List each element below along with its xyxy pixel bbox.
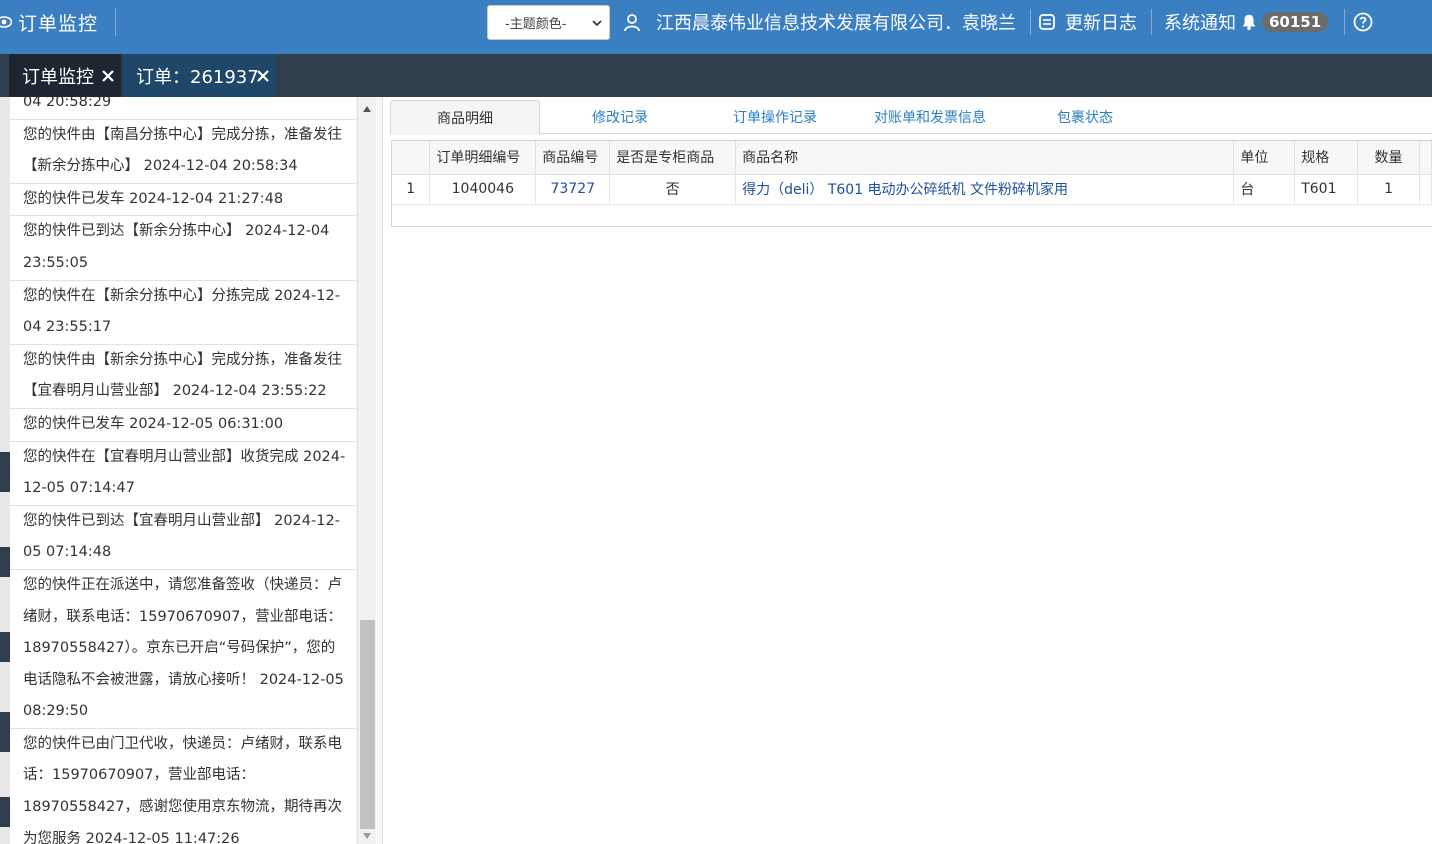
cell-unit: 台 (1233, 174, 1296, 205)
tracking-item: 您的快件已发车 2024-12-05 06:31:00 (10, 409, 356, 442)
content-empty-area (390, 228, 1432, 844)
user-icon (624, 14, 640, 32)
sidebar-marker (0, 547, 10, 577)
top-bar: 订单监控 -主题颜色- 江西晨泰伟业信息技术发展有限公司．袁晓兰 更新日志 系统… (0, 0, 1432, 54)
product-table: 订单明细编号 商品编号 是否是专柜商品 商品名称 单位 规格 数量 1 1040… (392, 141, 1432, 205)
chevron-down-icon (592, 20, 602, 27)
notifications-link[interactable]: 系统通知 (1164, 9, 1236, 35)
tab-label: 订单监控 (22, 66, 94, 88)
bell-icon[interactable] (1240, 13, 1258, 31)
cell-detail-id: 1040046 (429, 174, 537, 205)
tracking-item: 您的快件已由门卫代收，快递员：卢绪财，联系电话：15970670907，营业部电… (10, 729, 356, 844)
tracking-panel: 04 20:58:29 您的快件由【南昌分拣中心】完成分拣，准备发往【新余分拣中… (0, 97, 383, 844)
theme-select-value: -主题颜色- (505, 17, 567, 32)
sidebar-marker (0, 712, 10, 752)
close-icon[interactable] (255, 68, 271, 84)
row-number: 1 (392, 174, 431, 205)
scroll-down-arrow-icon[interactable] (362, 832, 372, 840)
table-row[interactable]: 1 1040046 73727 否 得力（deli） T601 电动办公碎纸机 … (392, 174, 1432, 205)
app-title: 订单监控 (18, 12, 99, 35)
help-circle-icon[interactable] (1353, 12, 1373, 32)
table-header-row: 订单明细编号 商品编号 是否是专柜商品 商品名称 单位 规格 数量 (392, 141, 1432, 175)
cell-overflow (1419, 174, 1432, 205)
column-header[interactable]: 订单明细编号 (429, 141, 537, 175)
tab-bar: 订单监控 订单：261937 (0, 54, 1432, 97)
cell-product-id[interactable]: 73727 (535, 174, 611, 205)
divider (115, 8, 116, 36)
sidebar-marker (0, 632, 10, 662)
tracking-item: 您的快件在【宜春明月山营业部】收货完成 2024-12-05 07:14:47 (10, 442, 356, 506)
cell-product-name[interactable]: 得力（deli） T601 电动办公碎纸机 文件粉碎机家用 (735, 174, 1235, 205)
notification-count-badge: 60151 (1262, 12, 1329, 32)
subtab-statement-invoice[interactable]: 对账单和发票信息 (855, 100, 1005, 134)
tab-order-detail[interactable]: 订单：261937 (123, 54, 276, 97)
panel-splitter[interactable] (376, 97, 383, 844)
close-icon[interactable] (100, 68, 116, 84)
product-grid: 订单明细编号 商品编号 是否是专柜商品 商品名称 单位 规格 数量 1 1040… (391, 140, 1432, 265)
changelog-link[interactable]: 更新日志 (1065, 9, 1137, 35)
column-header[interactable]: 单位 (1233, 141, 1296, 175)
column-header[interactable]: 规格 (1294, 141, 1359, 175)
subtab-package-status[interactable]: 包裹状态 (1015, 100, 1155, 134)
theme-color-select[interactable]: -主题颜色- (487, 5, 610, 40)
subtab-order-operations[interactable]: 订单操作记录 (700, 100, 850, 134)
tracking-item: 您的快件已发车 2024-12-04 21:27:48 (10, 184, 356, 217)
top-right-menu: 江西晨泰伟业信息技术发展有限公司．袁晓兰 更新日志 系统通知 60151 (622, 0, 1373, 44)
detail-subtabs: 商品明细 修改记录 订单操作记录 对账单和发票信息 包裹状态 (390, 100, 1432, 135)
column-header (392, 141, 431, 175)
order-detail-content: 商品明细 修改记录 订单操作记录 对账单和发票信息 包裹状态 订单明细编号 商品… (390, 100, 1432, 844)
divider (1030, 9, 1031, 35)
tab-label: 订单：261937 (136, 66, 259, 88)
scroll-up-arrow-icon[interactable] (362, 105, 372, 113)
tracking-scrollbar[interactable] (357, 97, 376, 844)
tracking-item: 您的快件由【南昌分拣中心】完成分拣，准备发往【新余分拣中心】 2024-12-0… (10, 120, 356, 184)
tracking-list[interactable]: 04 20:58:29 您的快件由【南昌分拣中心】完成分拣，准备发往【新余分拣中… (10, 97, 356, 844)
column-header[interactable]: 商品名称 (735, 141, 1235, 175)
subtab-change-log[interactable]: 修改记录 (550, 100, 690, 134)
user-company-name[interactable]: 江西晨泰伟业信息技术发展有限公司．袁晓兰 (656, 9, 1016, 35)
changelog-icon (1039, 14, 1055, 30)
cell-spec: T601 (1294, 174, 1359, 205)
tracking-item: 您的快件由【新余分拣中心】完成分拣，准备发往【宜春明月山营业部】 2024-12… (10, 345, 356, 409)
tracking-item: 您的快件已到达【新余分拣中心】 2024-12-04 23:55:05 (10, 216, 356, 281)
column-header[interactable]: 商品编号 (535, 141, 611, 175)
sidebar-edge (0, 97, 10, 844)
sidebar-marker (0, 452, 10, 492)
divider (1151, 9, 1152, 35)
brand: 订单监控 (0, 0, 116, 44)
tracking-item: 04 20:58:29 (10, 97, 356, 120)
column-header[interactable]: 数量 (1357, 141, 1420, 175)
cell-quantity: 1 (1357, 174, 1420, 205)
tracking-item: 您的快件在【新余分拣中心】分拣完成 2024-12-04 23:55:17 (10, 281, 356, 345)
tracking-item: 您的快件正在派送中，请您准备签收（快递员：卢绪财，联系电话：1597067090… (10, 570, 356, 729)
column-header-overflow (1419, 141, 1432, 175)
subtab-product-details[interactable]: 商品明细 (390, 100, 540, 135)
tab-order-monitor[interactable]: 订单监控 (9, 54, 121, 97)
cell-counter-flag: 否 (609, 174, 737, 205)
sidebar-marker (0, 797, 10, 827)
column-header[interactable]: 是否是专柜商品 (609, 141, 737, 175)
scrollbar-thumb[interactable] (360, 620, 375, 829)
tracking-item: 您的快件已到达【宜春明月山营业部】 2024-12-05 07:14:48 (10, 506, 356, 570)
eye-icon (0, 16, 12, 28)
divider (1344, 9, 1346, 35)
